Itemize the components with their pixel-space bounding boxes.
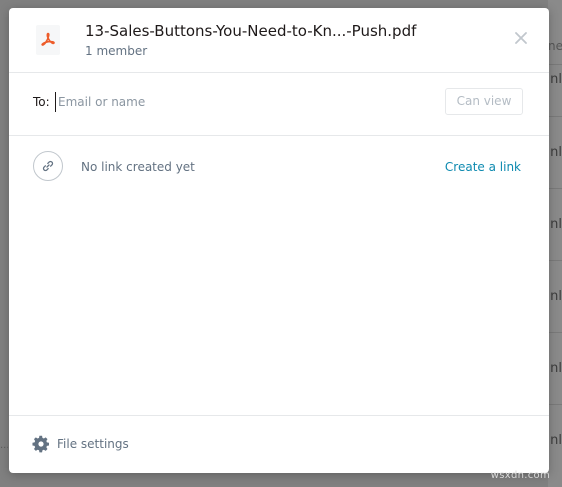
gear-icon[interactable] bbox=[32, 435, 50, 453]
background-cell: nl bbox=[550, 433, 562, 448]
background-row-divider bbox=[548, 260, 562, 261]
background-cell: nl bbox=[550, 289, 562, 304]
modal-header: 13-Sales-Buttons-You-Need-to-Kn...-Push.… bbox=[9, 8, 549, 73]
background-row-divider bbox=[548, 116, 562, 117]
modal-footer: File settings bbox=[9, 415, 549, 473]
member-count: 1 member bbox=[85, 44, 148, 58]
share-modal: 13-Sales-Buttons-You-Need-to-Kn...-Push.… bbox=[9, 8, 549, 473]
background-cell: nl bbox=[550, 145, 562, 160]
background-row-divider bbox=[548, 332, 562, 333]
background-row-divider bbox=[548, 64, 562, 65]
background-ellipsis: ...... bbox=[0, 444, 8, 448]
background-row-divider bbox=[548, 188, 562, 189]
background-cell: nl bbox=[550, 361, 562, 376]
link-status-text: No link created yet bbox=[81, 160, 195, 174]
to-label: To: bbox=[33, 95, 50, 109]
background-cell: nl bbox=[550, 217, 562, 232]
background-cell: nl bbox=[550, 72, 562, 87]
recipient-input[interactable] bbox=[55, 92, 418, 112]
create-link-button[interactable]: Create a link bbox=[445, 160, 521, 174]
link-icon bbox=[33, 151, 63, 181]
file-settings-link[interactable]: File settings bbox=[57, 437, 129, 451]
close-button[interactable] bbox=[511, 28, 531, 48]
background-file-list: ne nl nl nl nl nl nl bbox=[548, 0, 562, 487]
watermark: wsxdn.com bbox=[490, 470, 550, 481]
link-row: No link created yet Create a link bbox=[9, 136, 549, 200]
background-row-divider bbox=[548, 404, 562, 405]
background-cell: ne bbox=[548, 39, 562, 53]
permission-button[interactable]: Can view bbox=[445, 88, 523, 115]
recipient-row: To: Can view bbox=[9, 73, 549, 136]
file-name: 13-Sales-Buttons-You-Need-to-Kn...-Push.… bbox=[85, 22, 417, 40]
pdf-icon bbox=[36, 25, 60, 55]
close-icon bbox=[515, 32, 527, 44]
